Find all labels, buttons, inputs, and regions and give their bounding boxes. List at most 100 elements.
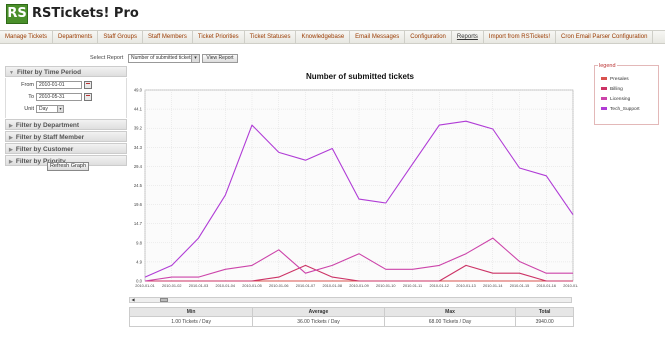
view-report-button[interactable]: View Report — [202, 54, 238, 63]
legend-label: Billing — [610, 87, 623, 92]
filter-customer-label: Filter by Customer — [15, 146, 74, 153]
calendar-icon[interactable] — [84, 81, 92, 89]
header: RS RSTickets! Pro — [0, 0, 665, 30]
filter-sidebar: ▼ Filter by Time Period From 2010-01-01 T… — [5, 66, 127, 171]
from-label: From — [21, 82, 34, 88]
expand-triangle-icon: ▶ — [9, 159, 13, 165]
y-tick-label: 44.1 — [134, 107, 143, 112]
stats-header: Max — [383, 307, 517, 317]
nav-ticket-statuses[interactable]: Ticket Statuses — [245, 31, 297, 43]
x-tick-label: 2010-01-08 — [323, 284, 342, 288]
x-tick-label: 2010-01-14 — [483, 284, 502, 288]
chevron-down-icon: ▾ — [191, 55, 199, 62]
x-tick-label: 2010-01-10 — [376, 284, 395, 288]
x-tick-label: 2010-01-16 — [537, 284, 556, 288]
legend-swatch — [601, 97, 607, 101]
nav-cron-email-parser[interactable]: Cron Email Parser Configuration — [556, 31, 654, 43]
filter-staff-member-header[interactable]: ▶ Filter by Staff Member — [5, 131, 127, 142]
legend-title: legend — [598, 63, 617, 69]
chart-scrollbar[interactable]: ◀ — [129, 297, 572, 303]
legend-swatch — [601, 77, 607, 81]
y-tick-label: 0.0 — [136, 279, 142, 284]
filter-time-period-header[interactable]: ▼ Filter by Time Period — [5, 66, 127, 77]
main-nav: Manage Tickets Departments Staff Groups Sta… — [0, 30, 665, 44]
collapse-triangle-icon: ▼ — [9, 70, 14, 76]
nav-import[interactable]: Import from RSTickets! — [484, 31, 557, 43]
chevron-down-icon: ▾ — [57, 106, 63, 112]
x-tick-label: 2010-01-09 — [349, 284, 368, 288]
x-tick-label: 2010-01-05 — [242, 284, 261, 288]
y-tick-label: 14.7 — [134, 221, 143, 226]
report-label: Select Report — [90, 55, 124, 61]
nav-email-messages[interactable]: Email Messages — [350, 31, 406, 43]
legend-label: Tech_Support — [610, 107, 640, 112]
stats-min: 1.00 Tickets / Day — [128, 316, 254, 327]
stats-header: Average — [252, 307, 385, 317]
stats-total: 3940.00 — [515, 316, 574, 327]
refresh-graph-button[interactable]: Refresh Graph — [47, 162, 89, 171]
from-date-input[interactable]: 2010-01-01 — [36, 81, 82, 89]
y-tick-label: 34.3 — [134, 145, 143, 150]
filter-staff-member-label: Filter by Staff Member — [15, 134, 85, 141]
filter-customer-header[interactable]: ▶ Filter by Customer — [5, 143, 127, 154]
chart-legend: legend Presales Billing Licensing Tech_S… — [594, 63, 659, 125]
x-tick-label: 2010-01-12 — [430, 284, 449, 288]
filter-department-label: Filter by Department — [15, 122, 80, 129]
report-select[interactable]: Number of submitted tickets ▾ — [128, 54, 200, 63]
nav-ticket-priorities[interactable]: Ticket Priorities — [193, 31, 245, 43]
scrollbar-thumb[interactable] — [160, 298, 168, 302]
stats-header: Min — [128, 307, 254, 317]
nav-knowledgebase[interactable]: Knowledgebase — [296, 31, 351, 43]
y-tick-label: 19.6 — [134, 202, 143, 207]
calendar-icon[interactable] — [84, 93, 92, 101]
expand-triangle-icon: ▶ — [9, 123, 13, 129]
expand-triangle-icon: ▶ — [9, 147, 13, 153]
stats-header-row: Min Average Max Total — [128, 307, 574, 317]
unit-select-value: Day — [39, 106, 48, 112]
x-tick-label: 2010-01-15 — [510, 284, 529, 288]
y-tick-label: 24.5 — [134, 183, 143, 188]
legend-label: Presales — [610, 77, 629, 82]
x-tick-label: 2010-01-13 — [456, 284, 475, 288]
nav-staff-members[interactable]: Staff Members — [143, 31, 193, 43]
nav-departments[interactable]: Departments — [53, 31, 99, 43]
x-tick-label: 2010-01-17 — [563, 284, 578, 288]
to-label: To — [28, 94, 34, 100]
line-chart: 0.0 4.9 9.8 14.7 19.6 24.5 29.4 34.3 39.2 44.1 49.… — [134, 88, 578, 289]
y-tick-label: 39.2 — [134, 126, 143, 131]
nav-reports[interactable]: Reports — [452, 31, 484, 43]
logo: RS — [6, 4, 28, 24]
scroll-left-icon[interactable]: ◀ — [130, 298, 136, 302]
legend-item-licensing: Licensing — [601, 97, 630, 104]
nav-configuration[interactable]: Configuration — [405, 31, 452, 43]
stats-table: Min Average Max Total 1.00 Tickets / Day… — [128, 307, 574, 327]
filter-time-period-label: Filter by Time Period — [16, 69, 82, 76]
expand-triangle-icon: ▶ — [9, 135, 13, 141]
x-tick-label: 2010-01-03 — [189, 284, 208, 288]
legend-label: Licensing — [610, 97, 631, 102]
filter-time-period-body: From 2010-01-01 To 2010-05-31 Unit Day ▾ — [5, 78, 127, 118]
y-tick-label: 4.9 — [136, 259, 142, 264]
unit-label: Unit — [24, 106, 34, 112]
filter-department-header[interactable]: ▶ Filter by Department — [5, 119, 127, 130]
legend-swatch — [601, 87, 607, 91]
legend-item-tech-support: Tech_Support — [601, 107, 640, 114]
stats-header: Total — [515, 307, 574, 317]
x-tick-label: 2010-01-07 — [296, 284, 315, 288]
nav-staff-groups[interactable]: Staff Groups — [98, 31, 143, 43]
y-tick-label: 49.0 — [134, 88, 143, 93]
report-select-value: Number of submitted tickets — [131, 55, 193, 61]
nav-manage-tickets[interactable]: Manage Tickets — [0, 31, 54, 43]
y-tick-label: 9.8 — [136, 240, 142, 245]
stats-value-row: 1.00 Tickets / Day 36.00 Tickets / Day 6… — [128, 316, 574, 327]
to-date-input[interactable]: 2010-05-31 — [36, 93, 82, 101]
x-tick-label: 2010-01-04 — [216, 284, 235, 288]
unit-select[interactable]: Day ▾ — [36, 105, 64, 113]
stats-average: 36.00 Tickets / Day — [252, 316, 385, 327]
x-tick-label: 2010-01-02 — [162, 284, 181, 288]
x-tick-label: 2010-01-01 — [135, 284, 154, 288]
app-title: RSTickets! Pro — [32, 6, 139, 21]
legend-item-billing: Billing — [601, 87, 623, 94]
legend-item-presales: Presales — [601, 77, 629, 84]
y-tick-label: 29.4 — [134, 164, 143, 169]
